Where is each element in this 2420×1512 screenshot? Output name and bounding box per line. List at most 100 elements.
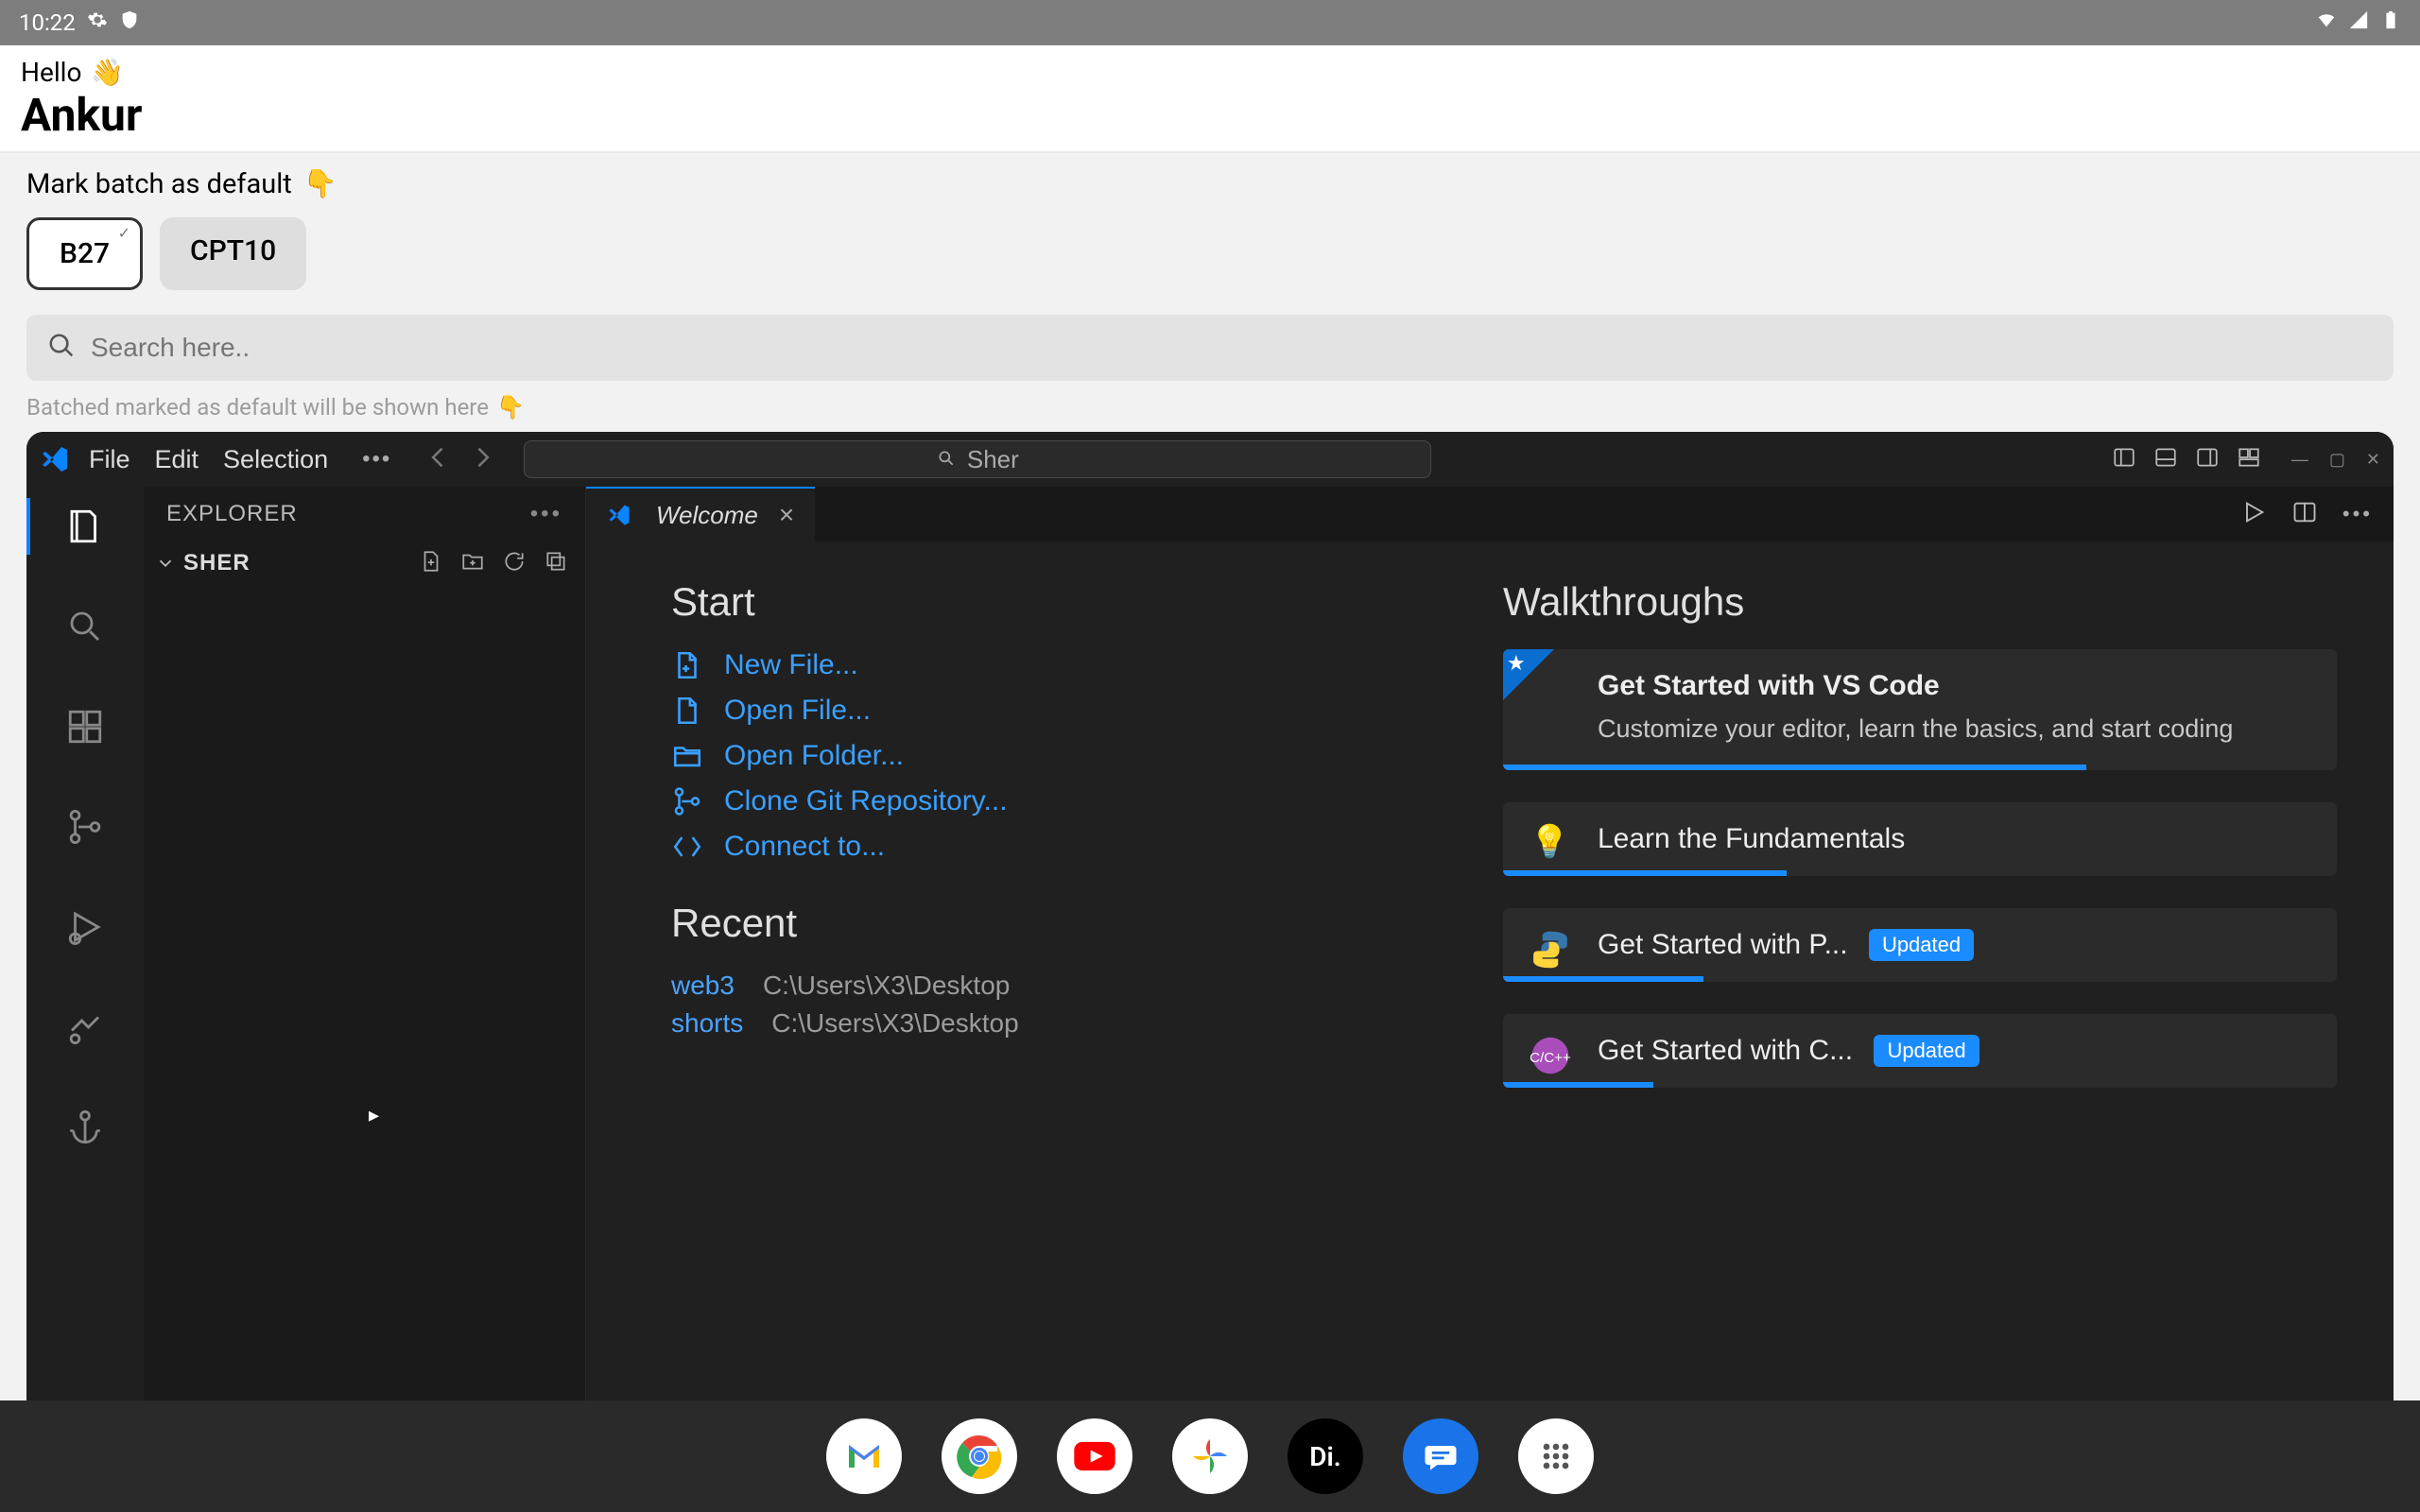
new-file-icon[interactable]: [419, 549, 443, 578]
walkthrough-progress: [1503, 870, 1787, 876]
activity-extensions-icon[interactable]: [62, 704, 108, 749]
batch-chip-b27[interactable]: B27: [26, 217, 143, 290]
walkthrough-progress: [1503, 765, 2086, 770]
explorer-sidebar: EXPLORER ••• SHER ▸: [144, 487, 586, 1400]
activity-run-debug-icon[interactable]: [62, 904, 108, 950]
updated-badge: Updated: [1874, 1035, 1979, 1067]
collapse-all-icon[interactable]: [544, 549, 568, 578]
walkthrough-card-fundamentals[interactable]: 💡 Learn the Fundamentals: [1503, 802, 2337, 876]
android-statusbar: 10:22: [0, 0, 2420, 45]
svg-text:C/C++: C/C++: [1530, 1050, 1571, 1066]
recent-heading: Recent: [671, 901, 1446, 946]
menu-edit[interactable]: Edit: [155, 445, 199, 474]
run-icon[interactable]: [2240, 499, 2267, 530]
explorer-folder-row[interactable]: SHER: [144, 541, 585, 585]
activity-source-control-icon[interactable]: [62, 804, 108, 850]
wave-icon: 👋: [91, 57, 124, 88]
activity-anchor-icon[interactable]: [62, 1105, 108, 1150]
taskbar-chrome-icon[interactable]: [942, 1418, 1017, 1494]
toggle-panel-icon[interactable]: [2153, 445, 2178, 474]
command-center-text: Sher: [967, 445, 1019, 474]
point-down-icon: 👇: [496, 394, 525, 421]
nav-back-icon[interactable]: [425, 444, 452, 475]
taskbar-gmail-icon[interactable]: [826, 1418, 902, 1494]
cpp-icon: C/C++: [1530, 1035, 1571, 1076]
taskbar-messages-icon[interactable]: [1403, 1418, 1478, 1494]
explorer-title: EXPLORER: [166, 501, 298, 527]
search-bar[interactable]: [26, 315, 2394, 381]
split-editor-icon[interactable]: [2291, 499, 2318, 530]
walkthrough-card-python[interactable]: Get Started with P... Updated: [1503, 908, 2337, 982]
app-header: Hello 👋 Ankur: [0, 45, 2420, 153]
toggle-primary-sidebar-icon[interactable]: [2112, 445, 2136, 474]
close-icon[interactable]: ✕: [2366, 450, 2380, 470]
taskbar-youtube-icon[interactable]: [1057, 1418, 1132, 1494]
batch-chip-cpt10[interactable]: CPT10: [160, 217, 306, 290]
walkthrough-desc: Customize your editor, learn the basics,…: [1598, 712, 2310, 746]
recent-item[interactable]: web3 C:\Users\X3\Desktop: [671, 971, 1446, 1001]
explorer-folder-name: SHER: [183, 550, 251, 576]
batch-section: Mark batch as default 👇 B27 CPT10 Batche…: [0, 153, 2420, 428]
refresh-icon[interactable]: [502, 549, 527, 578]
gear-icon: [87, 9, 108, 36]
recent-item[interactable]: shorts C:\Users\X3\Desktop: [671, 1008, 1446, 1039]
tab-welcome[interactable]: Welcome ×: [586, 487, 815, 541]
start-item-label: Clone Git Repository...: [724, 785, 1008, 817]
activity-live-share-icon[interactable]: [62, 1005, 108, 1050]
maximize-icon[interactable]: ▢: [2329, 450, 2345, 470]
search-icon: [937, 445, 956, 474]
start-open-file[interactable]: Open File...: [671, 695, 1446, 727]
walkthrough-card-cpp[interactable]: C/C++ Get Started with C... Updated: [1503, 1014, 2337, 1088]
start-clone-git[interactable]: Clone Git Repository...: [671, 785, 1446, 817]
walkthrough-title: Get Started with C... Updated: [1598, 1035, 2314, 1067]
bulb-icon: 💡: [1530, 823, 1571, 865]
python-icon: [1530, 929, 1571, 971]
walkthrough-progress: [1503, 976, 1703, 982]
username-text: Ankur: [21, 88, 2399, 142]
android-taskbar: Di.: [0, 1400, 2420, 1512]
nav-forward-icon[interactable]: [469, 444, 495, 475]
editor-more-icon[interactable]: •••: [2342, 502, 2373, 526]
recent-path: C:\Users\X3\Desktop: [771, 1008, 1018, 1039]
recent-name: shorts: [671, 1008, 743, 1039]
chip-label: B27: [60, 237, 110, 270]
command-center[interactable]: Sher: [524, 440, 1431, 478]
start-item-label: Open Folder...: [724, 740, 904, 772]
start-new-file[interactable]: New File...: [671, 649, 1446, 681]
activity-search-icon[interactable]: [62, 604, 108, 649]
search-icon: [47, 332, 76, 364]
menu-selection[interactable]: Selection: [223, 445, 328, 474]
start-item-label: Connect to...: [724, 831, 885, 863]
start-open-folder[interactable]: Open Folder...: [671, 740, 1446, 772]
signal-icon: [2348, 9, 2369, 36]
recent-path: C:\Users\X3\Desktop: [763, 971, 1010, 1001]
taskbar-di-icon[interactable]: Di.: [1288, 1418, 1363, 1494]
taskbar-apps-icon[interactable]: [1518, 1418, 1594, 1494]
customize-layout-icon[interactable]: [2237, 445, 2261, 474]
start-connect-to[interactable]: Connect to...: [671, 831, 1446, 863]
taskbar-photos-icon[interactable]: [1172, 1418, 1248, 1494]
statusbar-time: 10:22: [19, 9, 76, 36]
toggle-secondary-sidebar-icon[interactable]: [2195, 445, 2220, 474]
chevron-down-icon: [155, 553, 176, 574]
search-input[interactable]: [91, 333, 2373, 363]
vscode-window: File Edit Selection ••• Sher: [26, 432, 2394, 1400]
tab-label: Welcome: [656, 501, 758, 530]
minimize-icon[interactable]: —: [2291, 450, 2308, 470]
editor-area: Welcome × ••• Start: [586, 487, 2394, 1400]
vscode-titlebar: File Edit Selection ••• Sher: [26, 432, 2394, 487]
explorer-more-icon[interactable]: •••: [530, 501, 562, 527]
close-tab-icon[interactable]: ×: [779, 500, 794, 530]
start-item-label: Open File...: [724, 695, 871, 727]
vscode-logo-icon: [607, 503, 631, 527]
menu-file[interactable]: File: [89, 445, 130, 474]
walkthrough-card-vscode[interactable]: Get Started with VS Code Customize your …: [1503, 649, 2337, 770]
new-folder-icon[interactable]: [460, 549, 485, 578]
walkthroughs-heading: Walkthroughs: [1503, 579, 2337, 625]
batch-chip-row: B27 CPT10: [26, 217, 2394, 290]
activity-explorer-icon[interactable]: [62, 504, 108, 549]
batch-hint-text: Batched marked as default will be shown …: [26, 394, 489, 421]
cursor-icon: ▸: [369, 1103, 379, 1127]
walkthrough-title: Get Started with P... Updated: [1598, 929, 2314, 961]
menu-more-icon[interactable]: •••: [362, 446, 391, 472]
